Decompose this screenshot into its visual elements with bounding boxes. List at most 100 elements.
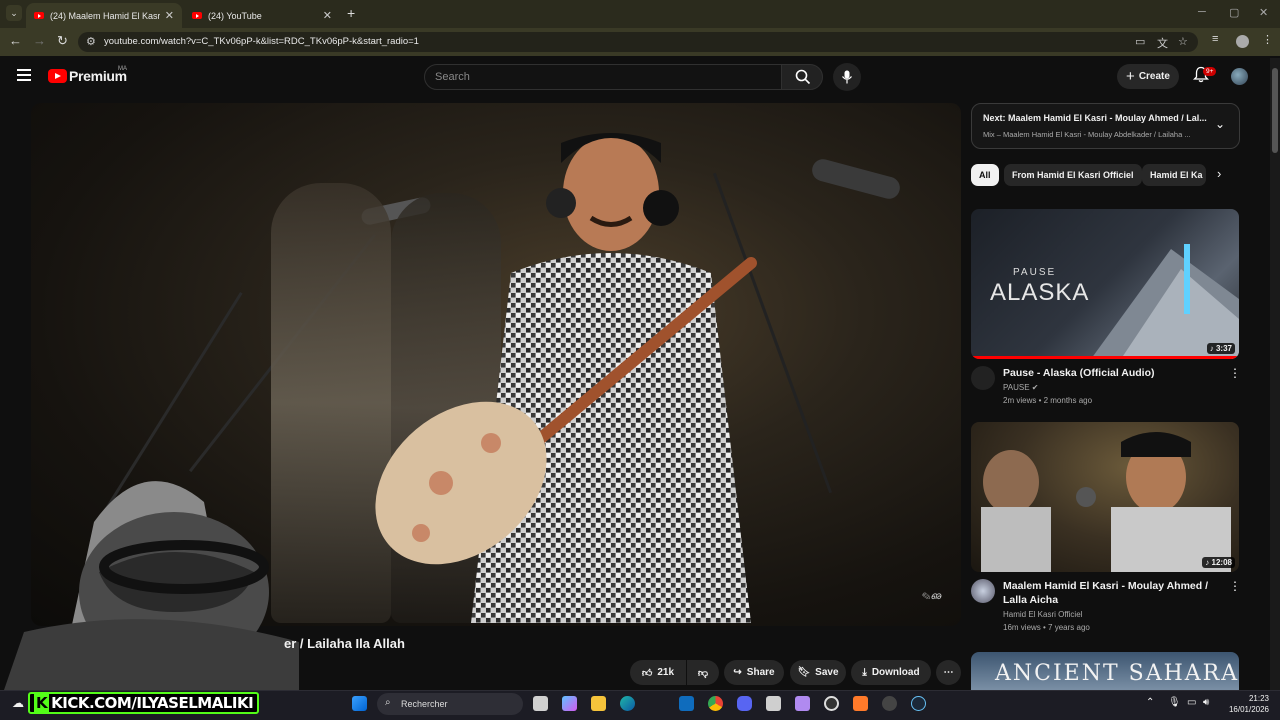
playlist-next-card[interactable]: Next: Maalem Hamid El Kasri - Moulay Ahm… bbox=[971, 103, 1240, 149]
video-metadata: 16m views • 7 years ago bbox=[1003, 623, 1090, 632]
search-box bbox=[424, 64, 782, 90]
channel-name[interactable]: Hamid El Kasri Officiel bbox=[1003, 610, 1082, 619]
recommendation-title[interactable]: Pause - Alaska (Official Audio) bbox=[1003, 366, 1218, 380]
channel-avatar[interactable] bbox=[971, 579, 995, 603]
download-label: Download bbox=[871, 667, 920, 678]
more-vertical-icon[interactable]: ⋮ bbox=[1229, 366, 1241, 380]
browser-tab-active[interactable]: (24) Maalem Hamid El Kasri - M ✕ bbox=[26, 3, 182, 28]
file-explorer-icon[interactable] bbox=[591, 696, 606, 711]
more-actions-button[interactable]: ⋯ bbox=[936, 660, 961, 685]
microphone-tray-icon[interactable]: 🎙︎ bbox=[1168, 697, 1181, 708]
tab-list-dropdown[interactable]: ⌄ bbox=[6, 5, 22, 21]
thumbs-down-icon: 👎︎ bbox=[697, 667, 709, 679]
hamburger-menu-icon[interactable] bbox=[17, 69, 31, 81]
chip-all[interactable]: All bbox=[971, 164, 999, 186]
voice-search-button[interactable] bbox=[833, 63, 861, 91]
close-tab-icon[interactable]: ✕ bbox=[323, 9, 332, 22]
share-label: Share bbox=[746, 667, 775, 678]
create-label: Create bbox=[1138, 71, 1170, 82]
bookmark-star-icon[interactable]: ☆ bbox=[1178, 35, 1188, 48]
search-button[interactable] bbox=[781, 64, 823, 90]
back-icon[interactable]: ← bbox=[9, 33, 22, 48]
like-button[interactable]: 👍︎ 21k bbox=[630, 660, 686, 685]
system-clock[interactable]: 21:23 16/01/2026 bbox=[1224, 693, 1269, 715]
kick-url: KICK.COM/ILYASELMALIKI bbox=[51, 694, 254, 712]
obs-icon[interactable] bbox=[824, 696, 839, 711]
windows-start-icon[interactable] bbox=[352, 696, 367, 711]
scrollbar-thumb[interactable] bbox=[1272, 68, 1278, 153]
new-tab-button[interactable]: + bbox=[347, 5, 355, 21]
thumbnail-text-large: ALASKA bbox=[990, 279, 1090, 306]
share-button[interactable]: ↪ Share bbox=[724, 660, 784, 685]
save-button[interactable]: 🔖︎ Save bbox=[790, 660, 846, 685]
channel-watermark[interactable]: ✎ഌ bbox=[921, 591, 941, 602]
thumbnail-art bbox=[981, 432, 1231, 572]
volume-icon[interactable]: 🔊︎ bbox=[1203, 697, 1209, 708]
url-text[interactable]: youtube.com/watch?v=C_TKv06pP-k&list=RDC… bbox=[104, 36, 419, 47]
like-count: 21k bbox=[657, 667, 675, 678]
kick-channel-banner: K KICK.COM/ILYASELMALIKI bbox=[28, 692, 260, 714]
reading-list-icon[interactable]: ≡ bbox=[1212, 33, 1218, 45]
install-app-icon[interactable]: ▭ bbox=[1135, 35, 1145, 48]
browser-toolbar: ← → ↻ ⚙ youtube.com/watch?v=C_TKv06pP-k&… bbox=[0, 28, 1280, 56]
clock-date: 16/01/2026 bbox=[1228, 705, 1269, 714]
account-avatar[interactable] bbox=[1231, 68, 1248, 85]
share-arrow-icon: ↪ bbox=[733, 667, 742, 678]
address-bar[interactable]: ⚙ youtube.com/watch?v=C_TKv06pP-k&list=R… bbox=[78, 32, 1198, 52]
create-button[interactable]: + Create bbox=[1117, 64, 1179, 89]
taskbar-search-box[interactable]: ⌕ Rechercher bbox=[377, 693, 523, 715]
verified-icon: ✔ bbox=[1031, 383, 1039, 392]
weather-icon[interactable]: ☁ bbox=[12, 696, 24, 710]
maximize-icon[interactable]: ▢ bbox=[1229, 6, 1239, 19]
copilot-icon[interactable] bbox=[562, 696, 577, 711]
next-video-title: Next: Maalem Hamid El Kasri - Moulay Ahm… bbox=[983, 113, 1207, 123]
youtube-favicon-icon bbox=[34, 12, 44, 19]
close-window-icon[interactable]: ✕ bbox=[1259, 6, 1268, 19]
thumbnail-text-small: PAUSE bbox=[1013, 267, 1057, 278]
youtube-logo-icon[interactable] bbox=[48, 69, 67, 83]
app-icon[interactable] bbox=[882, 696, 897, 711]
site-info-icon[interactable]: ⚙ bbox=[86, 35, 96, 48]
video-thumbnail[interactable]: ANCIENT SAHARA bbox=[971, 652, 1239, 690]
chip-from-channel[interactable]: From Hamid El Kasri Officiel bbox=[1004, 164, 1142, 186]
discord-icon[interactable] bbox=[737, 696, 752, 711]
tray-overflow-icon[interactable]: ⌃ bbox=[1146, 697, 1154, 708]
mail-icon[interactable] bbox=[766, 696, 781, 711]
duration-badge: ♪ 3:37 bbox=[1206, 343, 1235, 354]
duration-badge: ♪ 12:08 bbox=[1202, 557, 1235, 568]
minimize-icon[interactable]: ─ bbox=[1198, 6, 1206, 18]
chevron-down-icon[interactable]: ⌄ bbox=[1215, 117, 1225, 131]
outlook-icon[interactable] bbox=[679, 696, 694, 711]
chip-related[interactable]: Hamid El Ka bbox=[1142, 164, 1206, 186]
video-thumbnail[interactable]: ♪ 12:08 bbox=[971, 422, 1239, 572]
chevron-right-icon[interactable]: › bbox=[1217, 166, 1221, 181]
edge-browser-icon[interactable] bbox=[620, 696, 635, 711]
steam-icon[interactable] bbox=[911, 696, 926, 711]
search-icon bbox=[795, 69, 811, 85]
download-button[interactable]: ⤓ Download bbox=[851, 660, 931, 685]
chrome-icon[interactable] bbox=[708, 696, 723, 711]
channel-name[interactable]: PAUSE ✔ bbox=[1003, 383, 1038, 392]
bookmark-icon: 🔖︎ bbox=[797, 667, 811, 678]
browser-menu-icon[interactable]: ⋮ bbox=[1262, 33, 1273, 46]
more-vertical-icon[interactable]: ⋮ bbox=[1229, 579, 1241, 593]
gaming-icon[interactable] bbox=[795, 696, 810, 711]
translate-icon[interactable]: 文 bbox=[1157, 35, 1168, 51]
page-scrollbar[interactable] bbox=[1270, 58, 1280, 690]
recommendation-title[interactable]: Maalem Hamid El Kasri - Moulay Ahmed / L… bbox=[1003, 579, 1218, 607]
reload-icon[interactable]: ↻ bbox=[57, 33, 68, 49]
tab-title: (24) YouTube bbox=[208, 10, 262, 21]
network-icon[interactable]: ▭ bbox=[1187, 697, 1196, 708]
browser-tab[interactable]: (24) YouTube ✕ bbox=[184, 3, 340, 28]
forward-icon[interactable]: → bbox=[33, 33, 46, 48]
task-view-icon[interactable] bbox=[533, 696, 548, 711]
plus-icon: + bbox=[1126, 68, 1135, 85]
channel-avatar[interactable] bbox=[971, 366, 995, 390]
dislike-button[interactable]: 👎︎ bbox=[687, 660, 719, 685]
search-input[interactable] bbox=[435, 71, 765, 83]
profile-avatar[interactable] bbox=[1236, 35, 1249, 48]
app-launcher-icon[interactable] bbox=[853, 696, 868, 711]
close-tab-icon[interactable]: ✕ bbox=[165, 9, 174, 22]
video-thumbnail[interactable]: PAUSE ALASKA ♪ 3:37 bbox=[971, 209, 1239, 359]
mix-subtitle: Mix – Maalem Hamid El Kasri - Moulay Abd… bbox=[983, 130, 1191, 139]
